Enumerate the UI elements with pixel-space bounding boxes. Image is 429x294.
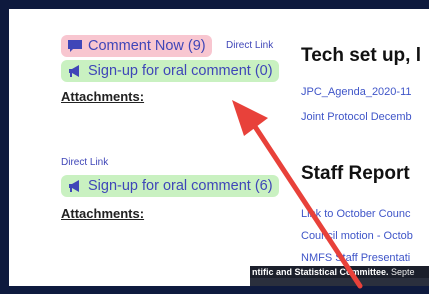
attachment-link-agenda[interactable]: JPC_Agenda_2020-11	[301, 86, 412, 98]
agenda-heading-tech-setup: Tech set up, l	[301, 45, 422, 66]
footer-overlay-text: ntific and Statistical Committee. Septe	[252, 267, 429, 277]
footer-overlay-bar-lower	[250, 278, 429, 286]
agenda-heading-staff-report: Staff Report	[301, 163, 410, 184]
attachment-link-october-council[interactable]: Link to October Counc	[301, 208, 410, 220]
megaphone-icon	[67, 179, 83, 193]
signup-label-2: Sign-up for oral comment (6)	[88, 178, 273, 194]
attachments-label-2: Attachments:	[61, 206, 145, 221]
comment-now-label: Comment Now (9)	[88, 38, 206, 54]
signup-oral-comment-button-2[interactable]: Sign-up for oral comment (6)	[61, 175, 279, 197]
speech-bubble-icon	[67, 39, 83, 53]
signup-oral-comment-button-1[interactable]: Sign-up for oral comment (0)	[61, 60, 279, 82]
attachment-link-nmfs-staff[interactable]: NMFS Staff Presentati	[301, 252, 410, 264]
footer-overlay-text-rest: Septe	[388, 267, 415, 277]
megaphone-icon	[67, 64, 83, 78]
signup-label-1: Sign-up for oral comment (0)	[88, 63, 273, 79]
attachment-link-joint-protocol[interactable]: Joint Protocol Decemb	[301, 111, 412, 123]
comment-now-button[interactable]: Comment Now (9)	[61, 35, 212, 57]
direct-link-2[interactable]: Direct Link	[61, 157, 108, 168]
attachment-link-council-motion[interactable]: Council motion - Octob	[301, 230, 413, 242]
attachments-label-1: Attachments:	[61, 89, 145, 104]
direct-link-1[interactable]: Direct Link	[226, 40, 273, 51]
footer-overlay-text-bold: ntific and Statistical Committee.	[252, 267, 389, 277]
